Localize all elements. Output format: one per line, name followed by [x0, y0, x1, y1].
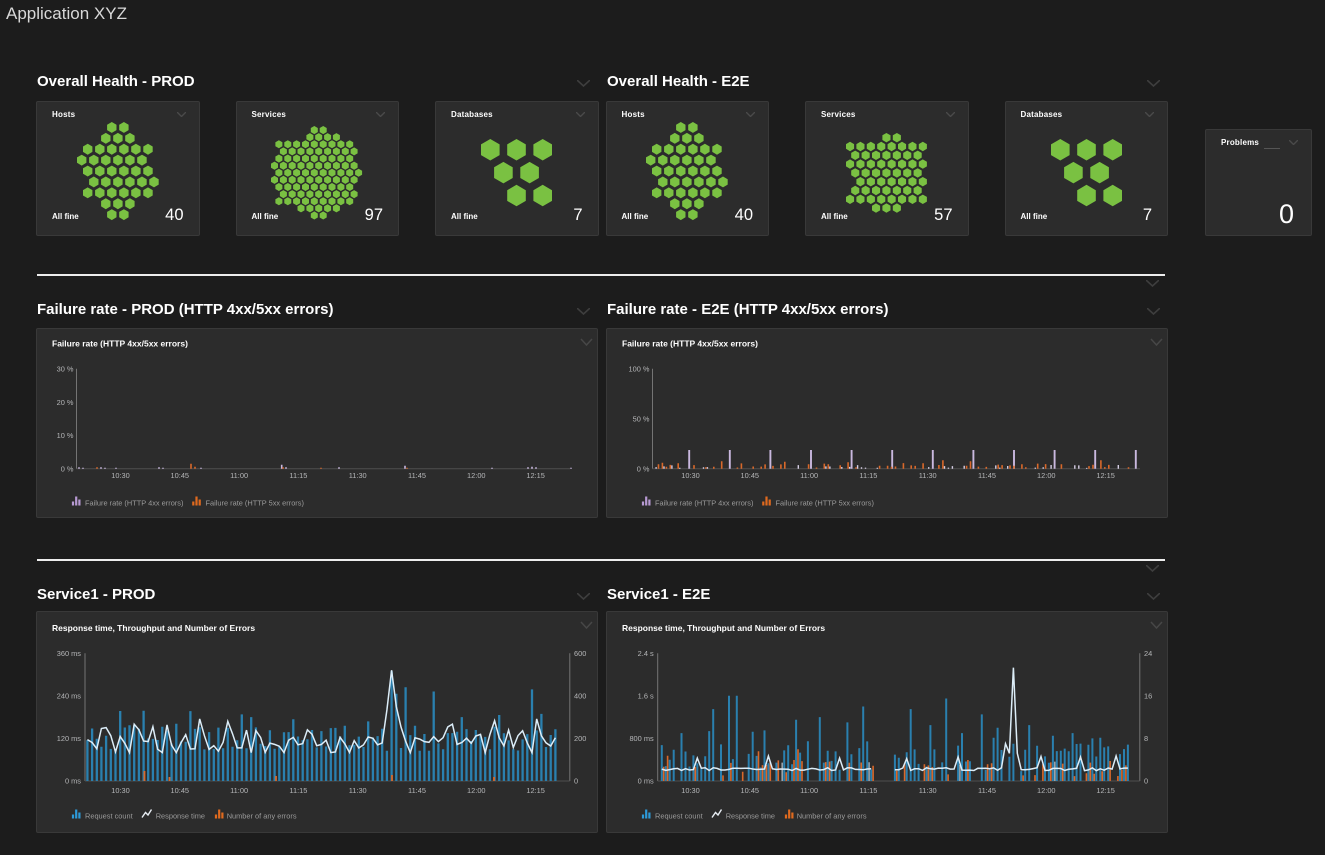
svg-text:11:30: 11:30 [918, 786, 936, 795]
svg-text:Failure rate (HTTP 4xx/5xx err: Failure rate (HTTP 4xx/5xx errors) [622, 339, 758, 349]
svg-text:11:15: 11:15 [289, 786, 307, 795]
svg-text:Response time, Throughput and: Response time, Throughput and Number of … [622, 623, 825, 633]
svg-text:16: 16 [1144, 692, 1152, 701]
svg-text:10:30: 10:30 [111, 786, 130, 795]
svg-text:11:15: 11:15 [289, 471, 307, 480]
svg-text:10:45: 10:45 [171, 786, 190, 795]
svg-text:12:15: 12:15 [526, 471, 545, 480]
svg-text:Request count: Request count [85, 812, 133, 821]
svg-text:10:30: 10:30 [111, 471, 130, 480]
svg-text:100 %: 100 % [628, 365, 649, 374]
svg-text:10:45: 10:45 [740, 471, 759, 480]
svg-text:Failure rate (HTTP 4xx errors): Failure rate (HTTP 4xx errors) [655, 499, 753, 508]
svg-text:2.4 s: 2.4 s [637, 649, 653, 658]
svg-text:120 ms: 120 ms [57, 734, 82, 743]
svg-text:11:30: 11:30 [349, 471, 367, 480]
svg-text:11:45: 11:45 [408, 786, 426, 795]
svg-text:10:30: 10:30 [681, 786, 700, 795]
svg-text:Failure rate (HTTP 5xx errors): Failure rate (HTTP 5xx errors) [775, 499, 873, 508]
svg-text:12:15: 12:15 [526, 786, 545, 795]
svg-text:11:45: 11:45 [978, 786, 996, 795]
svg-text:1.6 s: 1.6 s [637, 692, 653, 701]
svg-text:800 ms: 800 ms [629, 734, 654, 743]
svg-text:0 ms: 0 ms [65, 777, 81, 786]
svg-text:10 %: 10 % [57, 431, 74, 440]
svg-text:20 %: 20 % [57, 398, 74, 407]
svg-text:11:00: 11:00 [800, 786, 818, 795]
svg-text:30 %: 30 % [57, 365, 74, 374]
svg-text:24: 24 [1144, 649, 1152, 658]
svg-text:12:15: 12:15 [1096, 786, 1115, 795]
svg-text:8: 8 [1144, 734, 1148, 743]
svg-text:0: 0 [1144, 777, 1148, 786]
svg-text:Response time, Throughput and: Response time, Throughput and Number of … [52, 623, 255, 633]
svg-text:Request count: Request count [655, 812, 703, 821]
svg-text:11:00: 11:00 [230, 471, 248, 480]
svg-text:Failure rate (HTTP 4xx errors): Failure rate (HTTP 4xx errors) [85, 499, 183, 508]
svg-text:Number of any errors: Number of any errors [796, 812, 866, 821]
svg-text:12:00: 12:00 [1037, 786, 1056, 795]
svg-text:11:00: 11:00 [800, 471, 818, 480]
svg-text:0: 0 [574, 777, 578, 786]
svg-text:600: 600 [574, 649, 586, 658]
svg-text:11:45: 11:45 [978, 471, 996, 480]
svg-text:50 %: 50 % [632, 415, 649, 424]
svg-text:11:15: 11:15 [859, 786, 877, 795]
svg-text:Number of any errors: Number of any errors [227, 812, 297, 821]
svg-text:Failure rate (HTTP 5xx errors): Failure rate (HTTP 5xx errors) [206, 499, 304, 508]
svg-text:10:45: 10:45 [740, 786, 759, 795]
svg-text:400: 400 [574, 692, 586, 701]
svg-text:10:45: 10:45 [171, 471, 190, 480]
svg-text:Response time: Response time [156, 812, 205, 821]
svg-text:11:30: 11:30 [349, 786, 367, 795]
svg-text:0 %: 0 % [636, 465, 649, 474]
svg-text:12:00: 12:00 [467, 471, 486, 480]
svg-text:360 ms: 360 ms [57, 649, 82, 658]
svg-text:11:00: 11:00 [230, 786, 248, 795]
svg-text:11:45: 11:45 [408, 471, 426, 480]
svg-text:240 ms: 240 ms [57, 692, 82, 701]
svg-text:12:00: 12:00 [1037, 471, 1056, 480]
svg-text:0 %: 0 % [61, 465, 74, 474]
svg-text:11:30: 11:30 [918, 471, 936, 480]
svg-text:10:30: 10:30 [681, 471, 700, 480]
svg-text:0 ms: 0 ms [637, 777, 653, 786]
svg-text:Failure rate (HTTP 4xx/5xx err: Failure rate (HTTP 4xx/5xx errors) [52, 339, 188, 349]
svg-text:Response time: Response time [725, 812, 774, 821]
svg-text:11:15: 11:15 [859, 471, 877, 480]
svg-text:200: 200 [574, 734, 586, 743]
svg-text:12:00: 12:00 [467, 786, 486, 795]
svg-text:12:15: 12:15 [1096, 471, 1115, 480]
